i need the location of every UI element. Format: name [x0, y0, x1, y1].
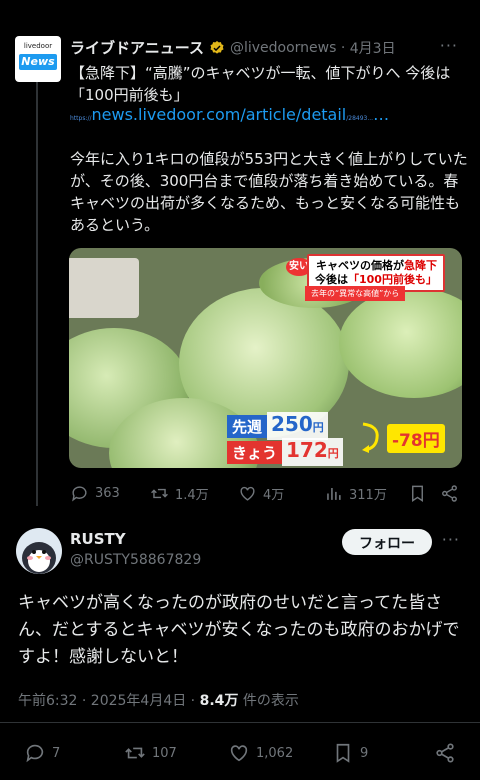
penguin-avatar-icon — [22, 542, 56, 574]
image-title-emph1: 急降下 — [403, 259, 437, 272]
verified-gold-icon — [210, 40, 224, 54]
article-link[interactable]: https://news.livedoor.com/article/detail… — [70, 105, 389, 124]
retweet-icon — [151, 488, 168, 499]
image-title-line1: キャベツの価格が — [315, 259, 404, 272]
share-button[interactable] — [434, 742, 462, 764]
bookmark-icon — [412, 485, 423, 502]
last-week-label: 先週 — [227, 414, 268, 438]
reply-author-handle[interactable]: @RUSTY58867829 — [70, 552, 201, 568]
reply-icon — [26, 744, 44, 763]
reply-text: キャベツが高くなったのが政府のせいだと言ってた皆さん、だとするとキャベツが安くな… — [18, 593, 460, 667]
more-options-icon[interactable]: ··· — [442, 530, 460, 549]
bookmark-icon — [336, 743, 350, 763]
last-week-price: 先週 250円 — [227, 412, 328, 440]
tweet-headline: 【急降下】“高騰”のキャベツが一転、値下がりへ 今後は「100円前後も」 — [70, 64, 451, 104]
more-options-icon[interactable]: ··· — [440, 36, 458, 55]
reply-icon — [72, 486, 87, 502]
share-icon — [442, 485, 457, 502]
thread-line — [36, 76, 38, 506]
today-value: 172円 — [282, 438, 343, 466]
heart-icon — [240, 486, 255, 501]
retweet-icon — [125, 747, 145, 759]
tweet-body: 今年に入り1キロの値段が553円と大きく値上がりしていたが、その後、300円台ま… — [70, 150, 468, 234]
author-handle[interactable]: @livedoornews — [230, 40, 336, 56]
bookmark-button[interactable]: 9 — [332, 742, 368, 764]
retweet-count: 1.4万 — [175, 488, 209, 503]
view-count: 8.4万 — [199, 693, 239, 709]
link-prefix: https:// — [70, 115, 92, 122]
tweet-meta: 午前6:32 · 2025年4月4日 · 8.4万 件の表示 — [18, 690, 299, 710]
avatar-bottom-text: News — [19, 54, 57, 70]
livedoor-avatar[interactable]: livedoor News — [15, 36, 61, 82]
like-button[interactable]: 4万 — [238, 484, 284, 503]
share-icon — [436, 743, 454, 763]
last-week-value: 250円 — [267, 412, 328, 440]
tweet-timestamp[interactable]: 午前6:32 · 2025年4月4日 · — [18, 693, 200, 709]
link-suffix: /28493... — [346, 115, 374, 122]
reply-button[interactable]: 363 — [70, 484, 120, 503]
today-price: きょう 172円 — [227, 438, 343, 466]
tweet-image[interactable]: 安い キャベツの価格が急降下 今後は「100円前後も」 去年の“異常な高値”から… — [69, 248, 462, 468]
views-suffix: 件の表示 — [238, 693, 299, 709]
share-button[interactable] — [440, 484, 465, 503]
retweet-count: 107 — [152, 745, 177, 761]
divider — [0, 722, 480, 723]
like-count: 1,062 — [256, 745, 294, 761]
author-name[interactable]: ライブドアニュース — [70, 37, 204, 58]
image-subtitle: 去年の“異常な高値”から — [305, 286, 406, 301]
bookmark-button[interactable] — [408, 484, 433, 503]
heart-icon — [230, 745, 248, 762]
views-count: 311万 — [349, 488, 387, 503]
cabbage-image — [339, 288, 462, 398]
price-diff: -78円 — [387, 424, 445, 453]
views-button[interactable]: 311万 — [324, 484, 387, 503]
today-label: きょう — [227, 440, 283, 464]
separator-dot: · — [336, 39, 350, 56]
image-title-line2: 今後は — [315, 273, 348, 286]
retweet-button[interactable]: 107 — [124, 742, 177, 764]
like-button[interactable]: 1,062 — [228, 742, 293, 764]
down-arrow-icon — [362, 422, 379, 453]
image-title-emph2: 「100円前後も」 — [348, 273, 437, 286]
tweet-date[interactable]: 4月3日 — [350, 38, 396, 58]
tweet-header: ライブドアニュース @livedoornews · 4月3日 — [70, 37, 396, 58]
like-count: 4万 — [263, 488, 285, 503]
reply-author-name[interactable]: RUSTY — [70, 530, 126, 548]
follow-button[interactable]: フォロー — [342, 529, 432, 555]
rusty-avatar[interactable] — [16, 528, 62, 574]
reply-button[interactable]: 7 — [24, 742, 60, 764]
views-icon — [327, 487, 341, 500]
background-shelf — [69, 258, 139, 318]
bookmark-count: 9 — [360, 745, 369, 761]
reply-count: 7 — [52, 745, 61, 761]
link-text: news.livedoor.com/article/detail — [91, 105, 347, 124]
avatar-top-text: livedoor — [23, 42, 53, 50]
reply-count: 363 — [95, 486, 120, 501]
retweet-button[interactable]: 1.4万 — [150, 484, 209, 503]
